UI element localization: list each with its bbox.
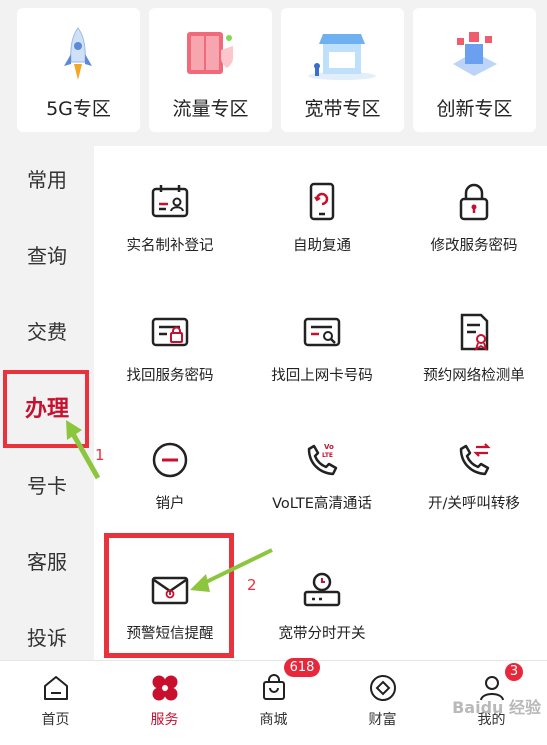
service-label: 预约网络检测单	[423, 368, 525, 384]
lock-icon	[459, 183, 489, 221]
zone-label: 5G专区	[46, 98, 111, 120]
service-tile[interactable]: 实名制补登记	[100, 182, 240, 282]
nav-label: 财富	[368, 712, 397, 728]
service-tile[interactable]: 找回上网卡号码	[252, 312, 392, 412]
nav-label: 服务	[150, 712, 179, 728]
annotation-highlight-box-1	[3, 370, 89, 448]
password-card-icon	[151, 317, 189, 347]
rocket-icon	[64, 27, 92, 80]
phone-restore-icon	[309, 182, 335, 221]
nav-item-mall[interactable]: 商城 618	[219, 658, 328, 745]
zone-card-innovation[interactable]: 创新专区	[413, 8, 536, 132]
service-tile[interactable]: 销户	[100, 440, 240, 540]
zone-card-data[interactable]: 流量专区	[149, 8, 272, 132]
service-tile[interactable]: 找回服务密码	[100, 312, 240, 412]
volte-phone-icon: Vo LTE	[307, 443, 338, 476]
zone-card-5g[interactable]: 5G专区	[17, 8, 140, 132]
mall-badge: 618	[284, 658, 320, 677]
zone-card-broadband[interactable]: 宽带专区	[281, 8, 404, 132]
watermark: Baidu 经验	[452, 698, 541, 717]
service-flower-icon	[152, 675, 178, 701]
service-tile[interactable]: 自助复通	[252, 182, 392, 282]
id-card-icon	[151, 185, 189, 218]
service-label: VoLTE高清通话	[272, 496, 372, 512]
wealth-diamond-icon	[370, 675, 396, 701]
home-icon	[44, 676, 68, 700]
minus-circle-icon	[152, 442, 188, 478]
router-timer-icon	[303, 572, 341, 607]
nav-item-wealth[interactable]: 财富	[328, 661, 437, 745]
zone-label: 宽带专区	[304, 98, 381, 120]
nav-item-home[interactable]: 首页	[1, 661, 110, 745]
storefront-icon	[308, 34, 376, 80]
service-label: 找回上网卡号码	[271, 368, 373, 384]
sidebar-item-number-card[interactable]: 号卡	[0, 466, 94, 506]
annotation-number-1: 1	[95, 446, 105, 464]
network-card-icon	[303, 317, 341, 347]
service-tile[interactable]: 宽带分时开关	[252, 570, 392, 670]
service-tile[interactable]: 开/关呼叫转移	[404, 440, 544, 540]
nav-label: 商城	[259, 712, 288, 728]
sidebar-item-query[interactable]: 查询	[0, 236, 94, 276]
service-label: 找回服务密码	[126, 368, 214, 384]
service-tile[interactable]: 修改服务密码	[404, 182, 544, 282]
annotation-number-2: 2	[247, 576, 257, 594]
data-cabinet-icon	[187, 32, 233, 74]
service-tile[interactable]: Vo LTE VoLTE高清通话	[252, 440, 392, 540]
service-label: 自助复通	[293, 238, 351, 254]
sidebar-item-frequent[interactable]: 常用	[0, 160, 94, 200]
document-check-icon	[460, 313, 489, 352]
innovation-blocks-icon	[453, 32, 497, 76]
service-label: 开/关呼叫转移	[428, 496, 520, 512]
service-tile[interactable]: 预约网络检测单	[404, 312, 544, 412]
annotation-highlight-box-2	[104, 533, 234, 658]
svg-text:Vo: Vo	[324, 443, 334, 451]
service-label: 销户	[155, 496, 185, 512]
service-label: 修改服务密码	[430, 238, 518, 254]
svg-text:LTE: LTE	[322, 452, 333, 459]
nav-item-service[interactable]: 服务	[110, 661, 219, 745]
nav-label: 首页	[41, 712, 70, 728]
sidebar-item-complaint[interactable]: 投诉	[0, 618, 94, 658]
zone-label: 创新专区	[436, 98, 513, 120]
zone-label: 流量专区	[172, 98, 249, 120]
sidebar-item-customer-service[interactable]: 客服	[0, 542, 94, 582]
mine-badge: 3	[505, 663, 523, 681]
call-forward-icon	[459, 443, 491, 476]
service-label: 实名制补登记	[126, 238, 214, 254]
sidebar-item-payment[interactable]: 交费	[0, 312, 94, 352]
service-label: 宽带分时开关	[278, 626, 366, 642]
shopping-bag-icon	[263, 674, 285, 700]
